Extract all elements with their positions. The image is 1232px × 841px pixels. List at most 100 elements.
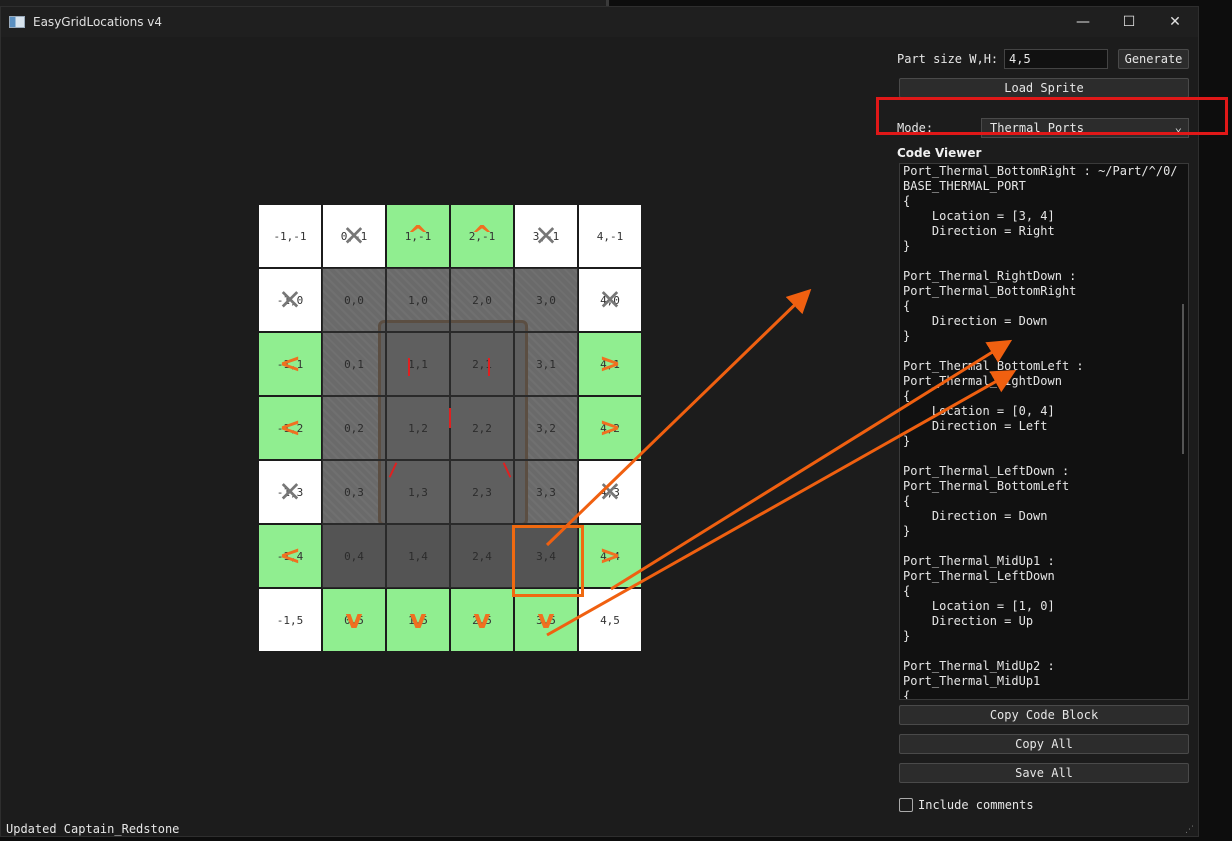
grid-cell[interactable]: 2,0 — [450, 268, 514, 332]
grid-cell[interactable]: 2,4 — [450, 524, 514, 588]
code-viewer-scrollbar[interactable] — [1182, 304, 1184, 454]
grid-canvas[interactable]: -1,-1 0,-1 ✕ 1,-1 ^ 2,-1 ^ 3,-1 ✕ 4,-1 -1,0 ✕ 0,0 1,0… — [258, 204, 642, 652]
grid-cell[interactable]: 4,1 > — [578, 332, 642, 396]
grid-cell-label: 3,3 — [536, 485, 556, 499]
x-mark-icon: ✕ — [534, 219, 558, 253]
grid-cell[interactable]: 3,5 v — [514, 588, 578, 652]
status-text: Updated Captain_Redstone — [6, 822, 180, 836]
save-all-button[interactable]: Save All — [899, 763, 1189, 783]
x-mark-icon: ✕ — [278, 475, 302, 509]
grid-cell[interactable]: 1,1 — [386, 332, 450, 396]
grid-cell[interactable]: 4,-1 — [578, 204, 642, 268]
code-viewer[interactable]: Port_Thermal_BottomRight : ~/Part/^/0/ B… — [899, 163, 1189, 700]
left-arrow-icon: < — [279, 541, 301, 571]
generate-button[interactable]: Generate — [1118, 49, 1189, 69]
grid-cell-label: 0,3 — [344, 485, 364, 499]
grid-cell[interactable]: 3,3 — [514, 460, 578, 524]
grid-cell[interactable]: 0,3 — [322, 460, 386, 524]
x-mark-icon: ✕ — [278, 283, 302, 317]
red-marker — [408, 358, 410, 376]
right-arrow-icon: > — [599, 413, 621, 443]
minimize-button[interactable]: — — [1060, 7, 1106, 37]
grid-cell-label: 0,0 — [344, 293, 364, 307]
grid-cell[interactable]: 3,0 — [514, 268, 578, 332]
grid-cell[interactable]: 2,3 — [450, 460, 514, 524]
grid-cell-label: 0,2 — [344, 421, 364, 435]
left-arrow-icon: < — [279, 349, 301, 379]
grid-cell[interactable]: -1,0 ✕ — [258, 268, 322, 332]
window-title: EasyGridLocations v4 — [33, 15, 163, 29]
grid-cell-label: 4,5 — [600, 613, 620, 627]
grid-cell[interactable]: 1,-1 ^ — [386, 204, 450, 268]
grid-cell[interactable]: -1,1 < — [258, 332, 322, 396]
grid-cell[interactable]: 3,-1 ✕ — [514, 204, 578, 268]
grid-cell[interactable]: -1,5 — [258, 588, 322, 652]
grid-cell[interactable]: 3,1 — [514, 332, 578, 396]
grid-cell[interactable]: 2,5 v — [450, 588, 514, 652]
grid-cell[interactable]: -1,4 < — [258, 524, 322, 588]
grid-cell[interactable]: 0,0 — [322, 268, 386, 332]
grid-cell-label: 0,1 — [344, 357, 364, 371]
grid-cell-label: 2,2 — [472, 421, 492, 435]
grid-cell-label: 0,4 — [344, 549, 364, 563]
maximize-button[interactable]: ☐ — [1106, 7, 1152, 37]
grid-cell-label: 4,-1 — [596, 229, 624, 243]
grid-cell-label: 1,2 — [408, 421, 428, 435]
grid-cell-label: -1,-1 — [273, 229, 307, 243]
include-comments-label: Include comments — [918, 798, 1034, 812]
grid-cell[interactable]: 1,5 v — [386, 588, 450, 652]
down-arrow-icon: v — [409, 605, 427, 635]
grid-cell[interactable]: 0,-1 ✕ — [322, 204, 386, 268]
selected-cell-highlight — [512, 525, 584, 597]
grid-cell-label: 3,1 — [536, 357, 556, 371]
right-arrow-icon: > — [599, 349, 621, 379]
up-arrow-icon: ^ — [407, 221, 429, 251]
left-arrow-icon: < — [279, 413, 301, 443]
grid-cell[interactable]: -1,2 < — [258, 396, 322, 460]
grid-cell[interactable]: -1,-1 — [258, 204, 322, 268]
grid-cell[interactable]: 0,5 v — [322, 588, 386, 652]
part-size-label: Part size W,H: — [897, 52, 999, 66]
title-bar[interactable]: EasyGridLocations v4 — ☐ ✕ — [1, 7, 1198, 37]
grid-cell[interactable]: 1,3 — [386, 460, 450, 524]
grid-cell[interactable]: 2,1 — [450, 332, 514, 396]
grid-cell[interactable]: 3,2 — [514, 396, 578, 460]
grid-cell-label: 2,3 — [472, 485, 492, 499]
grid-cell-label: 3,2 — [536, 421, 556, 435]
part-size-input[interactable] — [1004, 49, 1108, 69]
grid-cell[interactable]: 4,3 ✕ — [578, 460, 642, 524]
include-comments-checkbox[interactable] — [899, 798, 913, 812]
grid-cell[interactable]: 1,2 — [386, 396, 450, 460]
right-arrow-icon: > — [599, 541, 621, 571]
grid-cell-label: 1,0 — [408, 293, 428, 307]
grid-cell[interactable]: 0,1 — [322, 332, 386, 396]
grid-cell[interactable]: 4,4 > — [578, 524, 642, 588]
main-content: -1,-1 0,-1 ✕ 1,-1 ^ 2,-1 ^ 3,-1 ✕ 4,-1 -1,0 ✕ 0,0 1,0… — [1, 37, 1198, 836]
up-arrow-icon: ^ — [471, 221, 493, 251]
grid-cell-label: 1,4 — [408, 549, 428, 563]
resize-grip-icon[interactable]: ⋰ — [1185, 825, 1194, 835]
grid-cell[interactable]: 2,-1 ^ — [450, 204, 514, 268]
code-viewer-text[interactable]: Port_Thermal_BottomRight : ~/Part/^/0/ B… — [900, 164, 1188, 699]
grid-cell-label: 1,1 — [408, 357, 428, 371]
red-marker — [449, 408, 451, 428]
copy-all-button[interactable]: Copy All — [899, 734, 1189, 754]
grid-cell-label: 3,0 — [536, 293, 556, 307]
grid-cell[interactable]: 4,0 ✕ — [578, 268, 642, 332]
grid-cell[interactable]: 0,2 — [322, 396, 386, 460]
app-icon — [9, 16, 25, 28]
grid-cell[interactable]: 4,5 — [578, 588, 642, 652]
load-sprite-button[interactable]: Load Sprite — [899, 78, 1189, 98]
grid-cell[interactable]: 2,2 — [450, 396, 514, 460]
grid-cell[interactable]: -1,3 ✕ — [258, 460, 322, 524]
x-mark-icon: ✕ — [342, 219, 366, 253]
grid-cell[interactable]: 1,0 — [386, 268, 450, 332]
close-button[interactable]: ✕ — [1152, 7, 1198, 37]
grid-cell-label: 1,3 — [408, 485, 428, 499]
grid-cell-label: 2,0 — [472, 293, 492, 307]
copy-code-block-button[interactable]: Copy Code Block — [899, 705, 1189, 725]
grid-cell[interactable]: 4,2 > — [578, 396, 642, 460]
grid-cell[interactable]: 0,4 — [322, 524, 386, 588]
grid-cell[interactable]: 1,4 — [386, 524, 450, 588]
x-mark-icon: ✕ — [598, 475, 622, 509]
